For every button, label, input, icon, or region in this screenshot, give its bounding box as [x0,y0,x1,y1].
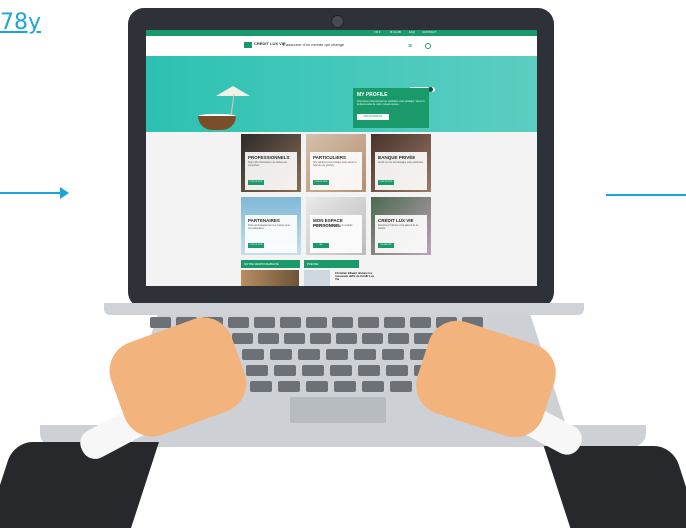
card-button[interactable]: ME CONNECTER [313,243,329,251]
my-profile-panel: MY PROFILE Vous êtes professionnel ou so… [353,88,429,128]
card-mon-espace-personnel[interactable]: MON ESPACE PERSONNEL Consultez vos donné… [306,197,366,255]
keyboard-key[interactable] [228,317,249,328]
keyboard-key[interactable] [362,333,383,344]
keyboard-key[interactable] [332,317,353,328]
site-header: CRÉDIT LUX VIE L'assureur d'un monde qui… [146,36,537,56]
topbar-link-bclub[interactable]: B.CLUB [390,30,401,34]
keyboard-key[interactable] [334,381,356,392]
card-button[interactable]: VOIR LE SITE [378,180,394,185]
keyboard-key[interactable] [330,365,352,376]
keyboard-key[interactable] [358,317,379,328]
keyboard-key[interactable] [358,365,380,376]
card-title: PARTICULIERS [313,155,346,160]
card-text: Découvrez l'histoire et les valeurs de l… [378,225,418,230]
tab-responsabilite[interactable]: NOTRE RESPONSABILITÉ [241,260,300,268]
card-overlay: MON ESPACE PERSONNEL Consultez vos donné… [310,215,362,253]
keyboard-key[interactable] [298,349,320,360]
logo-mark[interactable] [244,42,252,48]
laptop-hinge [104,303,584,315]
keyboard-key[interactable] [390,381,412,392]
keyboard-key[interactable] [310,333,331,344]
keyboard-key[interactable] [306,381,328,392]
card-credit-lux-vie[interactable]: CRÉDIT LUX VIE Découvrez l'histoire et l… [371,197,431,255]
left-arrow-head [60,187,69,199]
card-button[interactable]: VOIR LE SITE [313,180,329,185]
partial-link-text[interactable]: 78y [0,10,41,35]
left-sleeve [0,442,159,528]
keyboard-key[interactable] [410,317,431,328]
keyboard-key[interactable] [150,317,171,328]
keyboard-key[interactable] [274,365,296,376]
topbar-link-contact[interactable]: CONTACT [422,30,436,34]
card-overlay: BANQUE PRIVÉE Crédit Lux Vie accompagne … [375,152,427,190]
card-text: Nos solutions pour protéger votre avenir… [313,162,357,167]
topbar-link-faq[interactable]: FAQ [409,30,415,34]
keyboard-key[interactable] [280,317,301,328]
card-button[interactable]: VOIR LE SITE [248,180,264,185]
hero-banner: MY PROFILE Vous êtes professionnel ou so… [146,56,537,132]
search-icon[interactable] [425,43,431,49]
keyboard-key[interactable] [306,317,327,328]
card-banque-privee[interactable]: BANQUE PRIVÉE Crédit Lux Vie accompagne … [371,134,431,192]
keyboard-key[interactable] [362,381,384,392]
keyboard-key[interactable] [258,333,279,344]
coconut-image [198,116,236,130]
card-title: BANQUE PRIVÉE [378,155,416,160]
tab-presse[interactable]: PRESSE [304,260,359,268]
card-overlay: PROFESSIONNELS Notre offre d'assurance v… [245,152,297,190]
keyboard-key[interactable] [326,349,348,360]
keyboard-key[interactable] [270,349,292,360]
left-arrow-line [0,192,64,194]
trackpad[interactable] [290,397,386,423]
card-overlay: PARTICULIERS Nos solutions pour protéger… [310,152,362,190]
keyboard-key[interactable] [246,365,268,376]
press-thumbnail[interactable] [304,270,330,286]
keyboard-key[interactable] [254,317,275,328]
keyboard-key[interactable] [382,349,404,360]
keyboard-key[interactable] [336,333,357,344]
menu-icon[interactable]: ≡ [408,43,412,50]
card-overlay: PARTENAIRES Notre accompagnement sur mes… [245,215,297,253]
card-title: PARTENAIRES [248,218,280,223]
card-professionnels[interactable]: PROFESSIONNELS Notre offre d'assurance v… [241,134,301,192]
topbar-link-lang[interactable]: FR ▾ [374,30,380,34]
keyboard-key[interactable] [284,333,305,344]
card-text: Notre accompagnement sur mesure pour nos… [248,225,290,230]
card-button[interactable]: EN SAVOIR PLUS [378,243,394,251]
card-text: Crédit Lux Vie accompagne votre patrimoi… [378,162,424,164]
card-button[interactable]: VOIR LE SITE [248,243,264,248]
site-tagline: L'assureur d'un monde qui change [283,42,345,47]
keyboard-key[interactable] [354,349,376,360]
card-overlay: CRÉDIT LUX VIE Découvrez l'histoire et l… [375,215,427,253]
keyboard-key[interactable] [250,381,272,392]
laptop-screen: FR ▾ B.CLUB FAQ CONTACT CRÉDIT LUX VIE L… [146,30,537,286]
card-title: PROFESSIONNELS [248,155,290,160]
keyboard-key[interactable] [384,317,405,328]
right-sleeve [543,446,686,528]
keyboard-key[interactable] [386,365,408,376]
keyboard-key[interactable] [388,333,409,344]
card-partenaires[interactable]: PARTENAIRES Notre accompagnement sur mes… [241,197,301,255]
card-text: Notre offre d'assurance vie dédiée aux e… [248,162,288,167]
my-profile-text: Vous êtes professionnel ou souhaitez vou… [357,100,425,106]
umbrella-stick [230,94,235,116]
card-particuliers[interactable]: PARTICULIERS Nos solutions pour protéger… [306,134,366,192]
right-arrow-line [606,194,686,196]
keyboard-key[interactable] [242,349,264,360]
card-text: Consultez vos données et vos contrats [313,225,353,227]
keyboard-key[interactable] [302,365,324,376]
card-title: CRÉDIT LUX VIE [378,218,414,223]
my-profile-title: MY PROFILE [357,92,388,98]
news-headline[interactable]: Christian Ellwart déclare les nouveaux d… [335,271,375,282]
responsibility-thumbnail[interactable] [241,270,299,286]
keyboard-key[interactable] [278,381,300,392]
my-profile-button[interactable]: DÉCOUVRIR ET COMMENCER [357,114,389,124]
webcam [331,15,344,28]
keyboard-key[interactable] [232,333,253,344]
logo-text[interactable]: CRÉDIT LUX VIE [254,41,286,46]
